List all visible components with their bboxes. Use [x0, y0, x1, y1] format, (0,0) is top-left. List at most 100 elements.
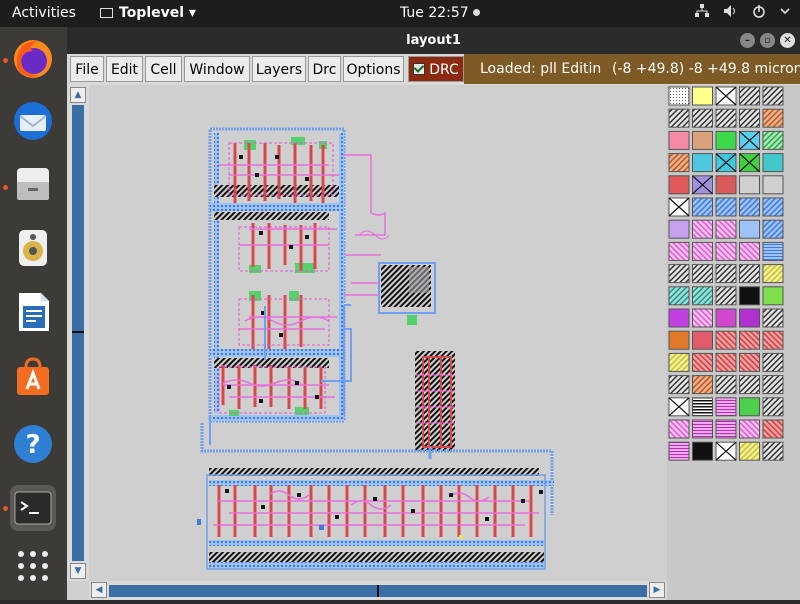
vertical-scrollbar[interactable]: ▲ ▼	[67, 85, 89, 581]
layer-swatch[interactable]	[762, 441, 784, 461]
layer-swatch[interactable]	[692, 397, 713, 417]
layer-swatch[interactable]	[668, 219, 690, 239]
app-menu[interactable]: Toplevel ▾	[100, 5, 196, 21]
layer-swatch[interactable]	[668, 286, 690, 306]
layer-swatch[interactable]	[762, 153, 784, 173]
dock-rhythmbox[interactable]	[10, 225, 56, 271]
dock-show-apps[interactable]	[10, 543, 56, 589]
dock-thunderbird[interactable]	[10, 98, 56, 144]
layer-swatch[interactable]	[715, 308, 737, 328]
layer-swatch[interactable]	[762, 86, 784, 106]
layer-swatch[interactable]	[692, 86, 713, 106]
layer-swatch[interactable]	[668, 419, 690, 439]
layer-swatch[interactable]	[762, 241, 784, 261]
layer-swatch[interactable]	[692, 241, 713, 261]
layer-swatch[interactable]	[762, 108, 784, 128]
layer-swatch[interactable]	[762, 175, 784, 195]
layer-swatches[interactable]	[667, 85, 800, 600]
layer-swatch[interactable]	[668, 330, 690, 350]
menu-drc[interactable]: Drc	[308, 56, 341, 82]
layer-swatch[interactable]	[692, 330, 713, 350]
layer-swatch[interactable]	[692, 441, 713, 461]
layer-swatch[interactable]	[739, 375, 760, 395]
dock-help[interactable]: ?	[10, 421, 56, 467]
layout-canvas[interactable]	[89, 85, 667, 581]
scroll-right-icon[interactable]: ▶	[649, 582, 665, 598]
maximize-icon[interactable]: ▫	[760, 33, 775, 48]
layer-swatch[interactable]	[762, 264, 784, 284]
layer-swatch[interactable]	[739, 330, 760, 350]
menu-layers[interactable]: Layers	[252, 56, 306, 82]
layer-swatch[interactable]	[715, 108, 737, 128]
layer-swatch[interactable]	[739, 352, 760, 372]
layer-swatch[interactable]	[692, 108, 713, 128]
dock-firefox[interactable]	[10, 36, 56, 82]
layer-swatch[interactable]	[762, 330, 784, 350]
layer-swatch[interactable]	[668, 153, 690, 173]
layer-swatch[interactable]	[739, 197, 760, 217]
layer-swatch[interactable]	[762, 397, 784, 417]
layer-swatch[interactable]	[762, 197, 784, 217]
layout-drawing[interactable]	[89, 85, 667, 581]
minimize-icon[interactable]: –	[740, 33, 755, 48]
layer-swatch[interactable]	[762, 375, 784, 395]
dock-terminal[interactable]	[10, 485, 56, 531]
menu-window[interactable]: Window	[184, 56, 250, 82]
layer-swatch[interactable]	[715, 241, 737, 261]
dock-writer[interactable]	[10, 289, 56, 335]
layer-swatch[interactable]	[668, 86, 690, 106]
layer-swatch[interactable]	[739, 264, 760, 284]
layer-swatch[interactable]	[692, 130, 713, 150]
layer-swatch[interactable]	[692, 153, 713, 173]
layer-swatch[interactable]	[715, 352, 737, 372]
layer-swatch[interactable]	[762, 352, 784, 372]
layer-swatch[interactable]	[762, 308, 784, 328]
layer-swatch[interactable]	[739, 241, 760, 261]
layer-swatch[interactable]	[739, 441, 760, 461]
layer-swatch[interactable]	[692, 352, 713, 372]
layer-swatch[interactable]	[739, 308, 760, 328]
scroll-left-icon[interactable]: ◀	[91, 582, 107, 598]
layer-swatch[interactable]	[739, 108, 760, 128]
layer-swatch[interactable]	[739, 397, 760, 417]
menu-options[interactable]: Options	[343, 56, 404, 82]
layer-swatch[interactable]	[715, 375, 737, 395]
window-titlebar[interactable]: layout1 – ▫ ✕	[67, 27, 800, 54]
layer-swatch[interactable]	[715, 219, 737, 239]
layer-swatch[interactable]	[668, 108, 690, 128]
layer-swatch[interactable]	[739, 86, 760, 106]
layer-swatch[interactable]	[692, 308, 713, 328]
vertical-scroll-thumb[interactable]	[72, 105, 84, 561]
layer-swatch[interactable]	[668, 375, 690, 395]
layer-swatch[interactable]	[715, 264, 737, 284]
layer-swatch[interactable]	[668, 352, 690, 372]
layer-swatch[interactable]	[715, 330, 737, 350]
layer-swatch[interactable]	[692, 219, 713, 239]
menu-edit[interactable]: Edit	[106, 56, 143, 82]
dock-software[interactable]	[10, 354, 56, 400]
layer-swatch[interactable]	[668, 175, 690, 195]
layer-swatch[interactable]	[692, 419, 713, 439]
layer-swatch[interactable]	[715, 197, 737, 217]
layer-swatch[interactable]	[739, 175, 760, 195]
layer-swatch[interactable]	[692, 286, 713, 306]
layer-swatch[interactable]	[715, 397, 737, 417]
horizontal-scrollbar[interactable]: ◀ ▶	[89, 581, 667, 600]
layer-swatch[interactable]	[692, 375, 713, 395]
layer-swatch[interactable]	[762, 130, 784, 150]
layer-swatch[interactable]	[762, 286, 784, 306]
layer-swatch[interactable]	[762, 219, 784, 239]
close-icon[interactable]: ✕	[780, 33, 795, 48]
layer-swatch[interactable]	[715, 419, 737, 439]
layer-swatch[interactable]	[668, 441, 690, 461]
layer-swatch[interactable]	[668, 308, 690, 328]
dock-files[interactable]	[10, 161, 56, 207]
layer-swatch[interactable]	[668, 130, 690, 150]
scroll-down-icon[interactable]: ▼	[70, 563, 86, 579]
layer-swatch[interactable]	[762, 419, 784, 439]
layer-swatch[interactable]	[739, 419, 760, 439]
layer-swatch[interactable]	[739, 286, 760, 306]
layer-swatch[interactable]	[715, 130, 737, 150]
layer-swatch[interactable]	[668, 264, 690, 284]
layer-swatch[interactable]	[668, 241, 690, 261]
